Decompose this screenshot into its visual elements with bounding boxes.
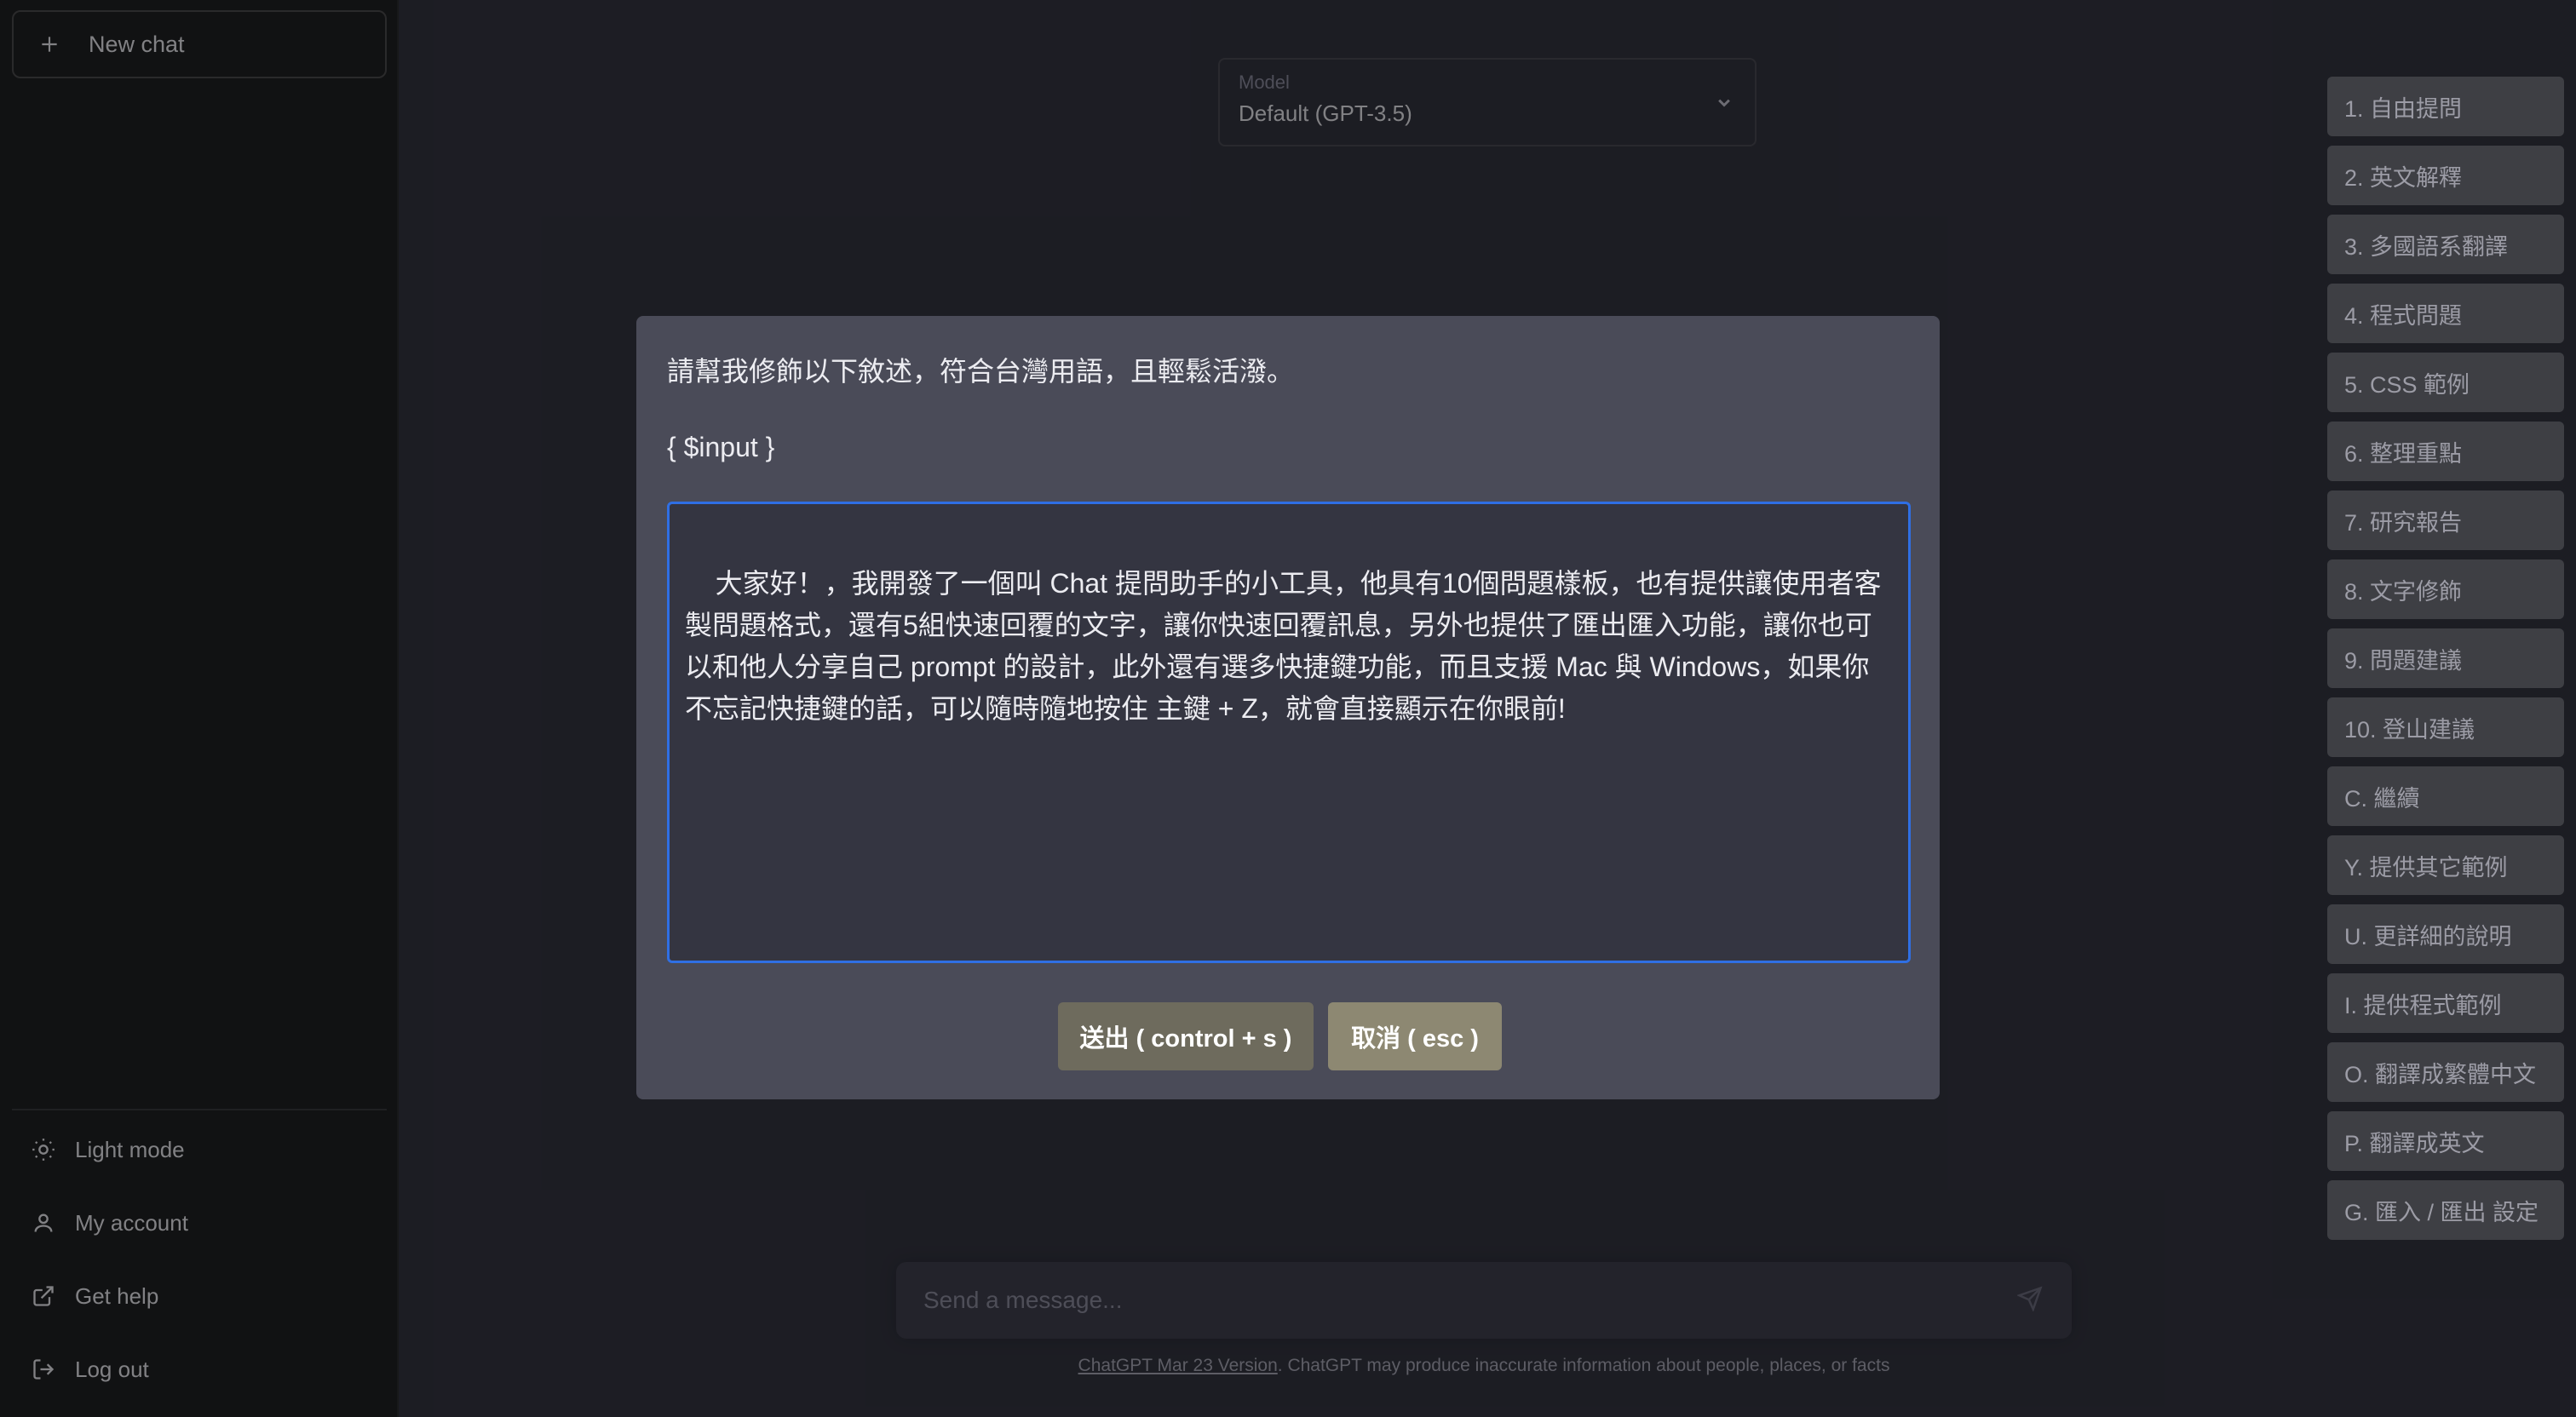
template-button[interactable]: 7. 研究報告 xyxy=(2327,490,2564,550)
template-button[interactable]: 4. 程式問題 xyxy=(2327,284,2564,343)
prompt-modal: 請幫我修飾以下敘述，符合台灣用語，且輕鬆活潑。 { $input } 大家好！，… xyxy=(636,316,1940,1099)
template-button[interactable]: 1. 自由提問 xyxy=(2327,77,2564,136)
template-button[interactable]: P. 翻譯成英文 xyxy=(2327,1111,2564,1171)
template-button[interactable]: 9. 問題建議 xyxy=(2327,628,2564,688)
template-button[interactable]: 10. 登山建議 xyxy=(2327,697,2564,757)
send-button[interactable]: 送出 ( control + s ) xyxy=(1058,1002,1314,1070)
template-button[interactable]: I. 提供程式範例 xyxy=(2327,973,2564,1033)
template-button[interactable]: 5. CSS 範例 xyxy=(2327,353,2564,412)
template-button[interactable]: 6. 整理重點 xyxy=(2327,422,2564,481)
input-token: { $input } xyxy=(667,432,775,462)
prompt-textarea[interactable]: 大家好！，我開發了一個叫 Chat 提問助手的小工具，他具有10個問題樣板，也有… xyxy=(667,502,1911,963)
prompt-textarea-value: 大家好！，我開發了一個叫 Chat 提問助手的小工具，他具有10個問題樣板，也有… xyxy=(685,568,1882,724)
resize-handle-icon[interactable] xyxy=(1891,944,1905,957)
cancel-button[interactable]: 取消 ( esc ) xyxy=(1328,1002,1502,1070)
template-button[interactable]: Y. 提供其它範例 xyxy=(2327,835,2564,895)
template-button[interactable]: 8. 文字修飾 xyxy=(2327,559,2564,619)
template-button[interactable]: G. 匯入 / 匯出 設定 xyxy=(2327,1180,2564,1240)
template-button[interactable]: U. 更詳細的說明 xyxy=(2327,904,2564,964)
template-button[interactable]: 3. 多國語系翻譯 xyxy=(2327,215,2564,274)
prompt-instruction: 請幫我修飾以下敘述，符合台灣用語，且輕鬆活潑。 xyxy=(667,356,1295,387)
template-button[interactable]: C. 繼續 xyxy=(2327,766,2564,826)
template-button[interactable]: O. 翻譯成繁體中文 xyxy=(2327,1042,2564,1102)
template-button[interactable]: 2. 英文解釋 xyxy=(2327,146,2564,205)
